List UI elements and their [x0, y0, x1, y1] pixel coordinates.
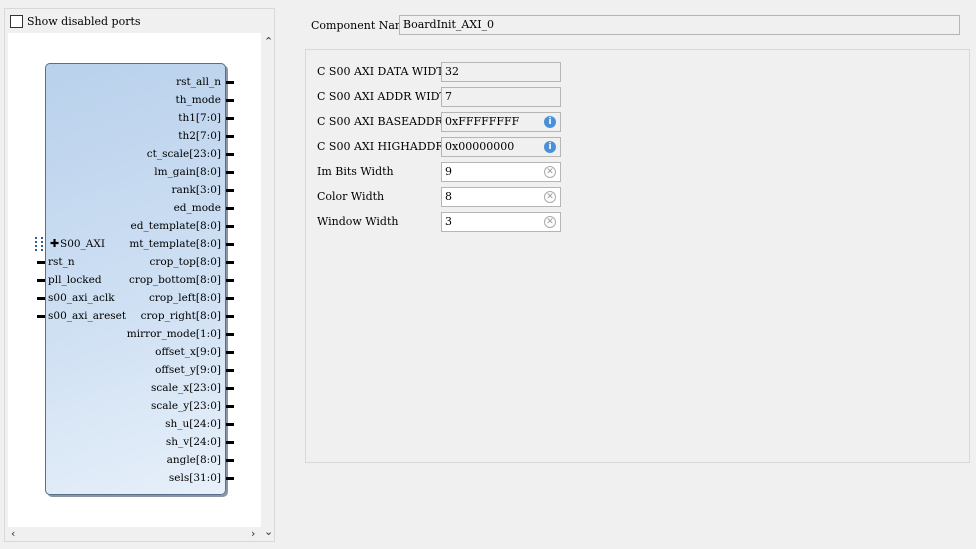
output-port-pin[interactable]	[226, 189, 234, 192]
parameter-value-field[interactable]: 3 ✕	[441, 212, 561, 232]
output-port-pin[interactable]	[226, 297, 234, 300]
output-port-pin[interactable]	[226, 261, 234, 264]
output-port-label: th1[7:0]	[178, 112, 221, 124]
input-port-pin[interactable]	[37, 261, 45, 264]
bus-interface-pin[interactable]	[35, 237, 43, 251]
output-port-pin[interactable]	[226, 459, 234, 462]
output-port-pin[interactable]	[226, 243, 234, 246]
output-port-pin[interactable]	[226, 477, 234, 480]
parameter-label: Im Bits Width	[317, 165, 394, 178]
input-port-label: s00_axi_aclk	[48, 292, 115, 304]
info-icon[interactable]: i	[544, 141, 556, 153]
parameter-value-field[interactable]: 8 ✕	[441, 187, 561, 207]
output-port-label: ed_mode	[173, 202, 221, 214]
input-port-label: pll_locked	[48, 274, 102, 286]
output-port-pin[interactable]	[226, 423, 234, 426]
horizontal-scrollbar[interactable]: ‹ ›	[8, 527, 261, 541]
clear-icon[interactable]: ✕	[544, 191, 556, 203]
info-icon[interactable]: i	[544, 116, 556, 128]
clear-icon[interactable]: ✕	[544, 166, 556, 178]
output-port-label: offset_x[9:0]	[155, 346, 221, 358]
parameter-value: 7	[445, 90, 452, 103]
block-diagram-panel: Show disabled ports rst_all_n th_mode th1[…	[4, 8, 275, 542]
output-port-label: crop_bottom[8:0]	[128, 274, 221, 286]
output-port-label: sh_v[24:0]	[165, 436, 221, 448]
input-port-pin[interactable]	[37, 315, 45, 318]
output-port-label: scale_x[23:0]	[150, 382, 221, 394]
parameter-value-field[interactable]: 32	[441, 62, 561, 82]
vertical-scrollbar[interactable]: ⌃ ⌄	[261, 33, 275, 543]
output-port-pin[interactable]	[226, 369, 234, 372]
parameter-value: 8	[445, 190, 452, 203]
output-port-pin[interactable]	[226, 351, 234, 354]
parameter-value: 32	[445, 65, 459, 78]
output-port-label: ct_scale[23:0]	[146, 148, 221, 160]
parameter-label: C S00 AXI BASEADDR	[317, 115, 444, 128]
show-disabled-ports-checkbox[interactable]: Show disabled ports	[10, 13, 141, 29]
output-port-pin[interactable]	[226, 171, 234, 174]
output-port-pin[interactable]	[226, 117, 234, 120]
parameter-label: Window Width	[317, 215, 399, 228]
output-port-label: scale_y[23:0]	[150, 400, 221, 412]
component-name-label: Component Name	[311, 19, 412, 32]
scroll-left-icon[interactable]: ‹	[11, 527, 15, 540]
output-port-pin[interactable]	[226, 441, 234, 444]
output-port-pin[interactable]	[226, 225, 234, 228]
parameter-value: 3	[445, 215, 452, 228]
ip-block-symbol[interactable]: rst_all_n th_mode th1[7:0] th2[7:0] ct_scale…	[35, 63, 234, 495]
component-name-field[interactable]: BoardInit_AXI_0	[399, 15, 960, 35]
parameter-value: 0xFFFFFFFF	[445, 115, 520, 128]
output-port-label: rst_all_n	[176, 76, 221, 88]
output-port-label: sels[31:0]	[168, 472, 221, 484]
scroll-up-icon[interactable]: ⌃	[264, 35, 273, 48]
output-port-pin[interactable]	[226, 387, 234, 390]
output-port-label: sh_u[24:0]	[165, 418, 221, 430]
output-port-label: crop_top[8:0]	[149, 256, 221, 268]
output-port-label: crop_right[8:0]	[140, 310, 221, 322]
output-port-pin[interactable]	[226, 333, 234, 336]
parameter-label: C S00 AXI ADDR WIDTH	[317, 90, 457, 103]
parameter-label: Color Width	[317, 190, 385, 203]
parameter-value-field[interactable]: 9 ✕	[441, 162, 561, 182]
output-port-label: th_mode	[175, 94, 221, 106]
output-port-pin[interactable]	[226, 153, 234, 156]
input-port-pin[interactable]	[37, 279, 45, 282]
input-port-label: s00_axi_areset	[48, 310, 127, 322]
output-port-pin[interactable]	[226, 81, 234, 84]
output-port-label: th2[7:0]	[178, 130, 221, 142]
output-port-pin[interactable]	[226, 99, 234, 102]
output-port-label: ed_template[8:0]	[130, 220, 221, 232]
clear-icon[interactable]: ✕	[544, 216, 556, 228]
bus-interface-label: S00_AXI	[60, 238, 106, 250]
output-port-label: lm_gain[8:0]	[154, 166, 221, 178]
output-port-pin[interactable]	[226, 135, 234, 138]
output-port-label: mirror_mode[1:0]	[126, 328, 221, 340]
output-port-label: mt_template[8:0]	[129, 238, 221, 250]
symbol-canvas: rst_all_n th_mode th1[7:0] th2[7:0] ct_scale…	[8, 33, 261, 527]
parameter-value-field[interactable]: 7	[441, 87, 561, 107]
input-port-pin[interactable]	[37, 297, 45, 300]
output-port-label: angle[8:0]	[166, 454, 221, 466]
parameter-value-field[interactable]: 0xFFFFFFFF i	[441, 112, 561, 132]
output-port-pin[interactable]	[226, 207, 234, 210]
input-port-label: rst_n	[48, 256, 75, 268]
output-port-label: offset_y[9:0]	[155, 364, 221, 376]
output-port-pin[interactable]	[226, 279, 234, 282]
expand-plus-icon[interactable]: ✚	[50, 237, 59, 250]
parameter-value: 9	[445, 165, 452, 178]
parameter-label: C S00 AXI DATA WIDTH	[317, 65, 454, 78]
parameter-label: C S00 AXI HIGHADDR	[317, 140, 444, 153]
output-port-label: rank[3:0]	[171, 184, 222, 196]
show-disabled-ports-label: Show disabled ports	[27, 14, 141, 28]
parameter-value: 0x00000000	[445, 140, 515, 153]
parameters-group	[305, 49, 970, 463]
scroll-right-icon[interactable]: ›	[251, 527, 255, 540]
checkbox-box[interactable]	[10, 14, 23, 28]
output-port-pin[interactable]	[226, 315, 234, 318]
parameter-value-field[interactable]: 0x00000000 i	[441, 137, 561, 157]
scroll-down-icon[interactable]: ⌄	[264, 525, 273, 538]
output-port-label: crop_left[8:0]	[149, 292, 221, 304]
output-port-pin[interactable]	[226, 405, 234, 408]
